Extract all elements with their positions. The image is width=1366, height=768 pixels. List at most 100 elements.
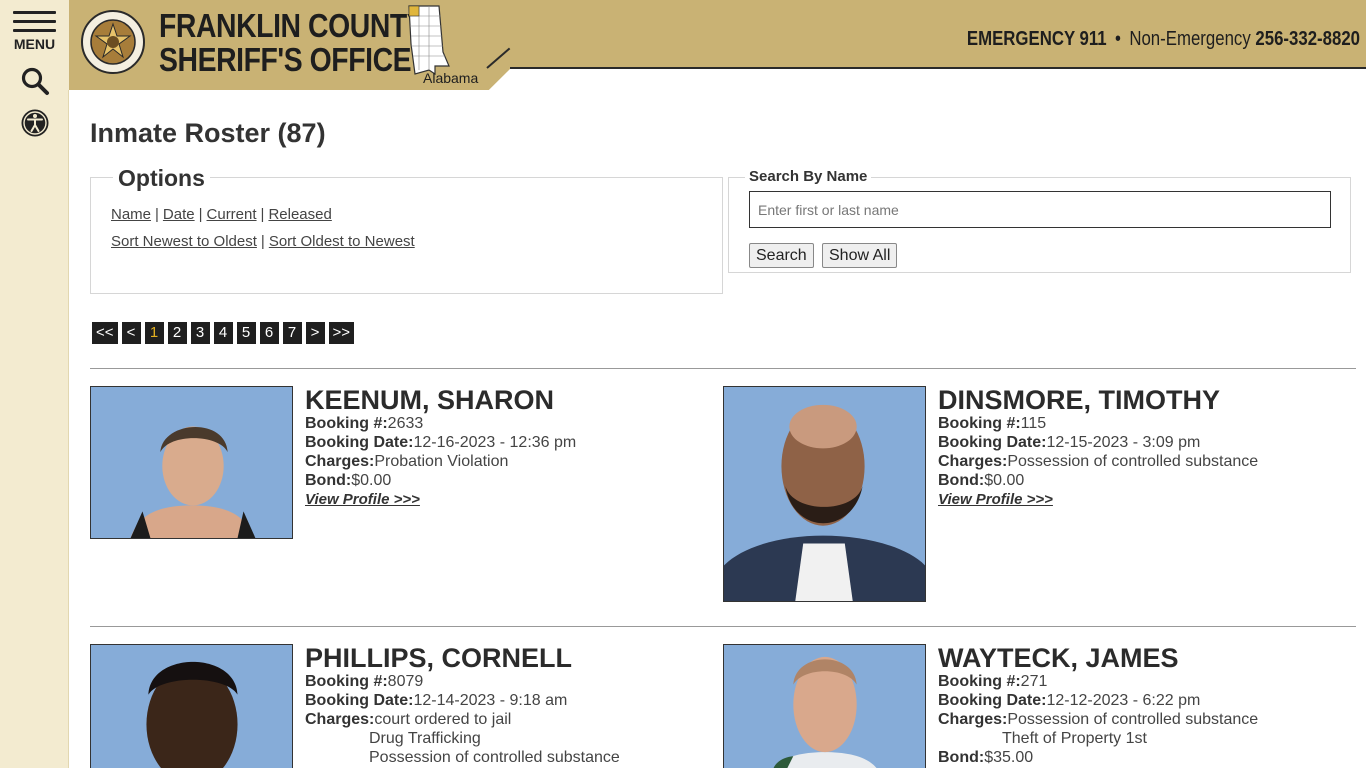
page-last[interactable]: >> xyxy=(328,322,355,344)
charge: Possession of controlled substance xyxy=(369,749,620,766)
booking-date: 12-15-2023 - 3:09 pm xyxy=(1046,434,1201,451)
inmate-info: PHILLIPS, CORNELL Booking #:8079 Booking… xyxy=(305,644,715,767)
charges-label: Charges: xyxy=(938,711,1008,728)
inmate-info: WAYTECK, JAMES Booking #:271 Booking Dat… xyxy=(938,644,1348,767)
page-1[interactable]: 1 xyxy=(144,322,164,344)
inmate-name[interactable]: PHILLIPS, CORNELL xyxy=(305,644,715,672)
sheriff-seal-icon xyxy=(81,10,145,74)
search-button[interactable]: Search xyxy=(749,243,814,268)
charges-row: Charges:Possession of controlled substan… xyxy=(938,710,1348,748)
contact-info: EMERGENCY 911 • Non-Emergency 256-332-8820 xyxy=(967,28,1360,51)
booking-date-row: Booking Date:12-14-2023 - 9:18 am xyxy=(305,691,715,710)
link-separator: | xyxy=(260,206,265,223)
agency-name-line2: SHERIFF'S OFFICE xyxy=(159,41,412,78)
booking-number: 271 xyxy=(1020,673,1048,690)
booking-date: 12-12-2023 - 6:22 pm xyxy=(1046,692,1201,709)
filter-released-link[interactable]: Released xyxy=(268,206,331,223)
agency-name-line1: FRANKLIN COUNTY xyxy=(159,7,426,44)
bond-label: Bond: xyxy=(305,472,352,489)
page-next[interactable]: > xyxy=(305,322,325,344)
contact-separator: • xyxy=(1115,28,1121,50)
bond-amount: $0.00 xyxy=(351,472,392,489)
booking-number-row: Booking #:2633 xyxy=(305,414,715,433)
page-3[interactable]: 3 xyxy=(190,322,210,344)
booking-date: 12-14-2023 - 9:18 am xyxy=(413,692,568,709)
search-panel: Search By Name Search Show All xyxy=(728,168,1351,273)
inmate-photo[interactable] xyxy=(90,386,293,539)
search-legend: Search By Name xyxy=(745,168,872,185)
filter-date-link[interactable]: Date xyxy=(163,206,195,223)
search-icon[interactable] xyxy=(20,66,50,96)
sort-links: Sort Newest to Oldest | Sort Oldest to New… xyxy=(111,233,415,250)
charge: Possession of controlled substance xyxy=(1007,453,1259,470)
booking-date: 12-16-2023 - 12:36 pm xyxy=(413,434,577,451)
booking-date-label: Booking Date: xyxy=(938,692,1047,709)
view-profile-link[interactable]: View Profile >>> xyxy=(938,490,1348,509)
charge: Possession of controlled substance xyxy=(1007,711,1259,728)
booking-number: 8079 xyxy=(387,673,424,690)
filter-links: Name | Date | Current | Released xyxy=(111,206,332,223)
accessibility-icon[interactable] xyxy=(20,108,50,138)
booking-date-row: Booking Date:12-16-2023 - 12:36 pm xyxy=(305,433,715,452)
bond-row: Bond:$0.00 xyxy=(305,471,715,490)
page-5[interactable]: 5 xyxy=(236,322,256,344)
left-rail: MENU xyxy=(0,0,69,768)
divider xyxy=(90,368,1356,369)
link-separator: | xyxy=(260,233,265,250)
sort-newest-link[interactable]: Sort Newest to Oldest xyxy=(111,233,257,250)
booking-number-label: Booking #: xyxy=(938,673,1021,690)
inmate-name[interactable]: WAYTECK, JAMES xyxy=(938,644,1348,672)
inmate-name[interactable]: KEENUM, SHARON xyxy=(305,386,715,414)
booking-date-row: Booking Date:12-12-2023 - 6:22 pm xyxy=(938,691,1348,710)
charge: Theft of Property 1st xyxy=(1002,730,1147,747)
booking-number-label: Booking #: xyxy=(938,415,1021,432)
site-header: FRANKLIN COUNTY SHERIFF'S OFFICE Alabama… xyxy=(69,0,1366,90)
booking-number-row: Booking #:115 xyxy=(938,414,1348,433)
inmate-photo[interactable] xyxy=(723,386,926,602)
charge: Drug Trafficking xyxy=(369,730,481,747)
filter-current-link[interactable]: Current xyxy=(207,206,257,223)
inmate-info: KEENUM, SHARON Booking #:2633 Booking Da… xyxy=(305,386,715,509)
non-emergency-phone[interactable]: 256-332-8820 xyxy=(1255,28,1360,50)
filter-name-link[interactable]: Name xyxy=(111,206,151,223)
page-7[interactable]: 7 xyxy=(282,322,302,344)
page-4[interactable]: 4 xyxy=(213,322,233,344)
charge: court ordered to jail xyxy=(374,711,512,728)
bond-amount: $0.00 xyxy=(984,472,1025,489)
booking-number: 115 xyxy=(1020,415,1047,432)
page-prev[interactable]: < xyxy=(121,322,141,344)
alabama-map-icon xyxy=(408,5,450,76)
bond-label: Bond: xyxy=(938,749,985,766)
page-first[interactable]: << xyxy=(92,322,118,344)
agency-name[interactable]: FRANKLIN COUNTY SHERIFF'S OFFICE xyxy=(159,7,426,78)
page-6[interactable]: 6 xyxy=(259,322,279,344)
show-all-button[interactable]: Show All xyxy=(822,243,898,268)
booking-number: 2633 xyxy=(387,415,424,432)
link-separator: | xyxy=(155,206,159,223)
bond-amount: $35.00 xyxy=(984,749,1034,766)
options-legend: Options xyxy=(113,165,210,192)
booking-number-row: Booking #:271 xyxy=(938,672,1348,691)
divider xyxy=(90,626,1356,627)
page-2[interactable]: 2 xyxy=(167,322,187,344)
booking-date-label: Booking Date: xyxy=(305,434,414,451)
charges-row: Charges:Probation Violation xyxy=(305,452,715,471)
booking-number-label: Booking #: xyxy=(305,673,388,690)
state-label: Alabama xyxy=(423,70,479,86)
charges-label: Charges: xyxy=(305,453,375,470)
inmate-info: DINSMORE, TIMOTHY Booking #:115 Booking … xyxy=(938,386,1348,509)
emergency-number[interactable]: EMERGENCY 911 xyxy=(967,28,1107,50)
charges-label: Charges: xyxy=(305,711,375,728)
view-profile-link[interactable]: View Profile >>> xyxy=(305,490,715,509)
charge: Probation Violation xyxy=(374,453,509,470)
sort-oldest-link[interactable]: Sort Oldest to Newest xyxy=(269,233,415,250)
booking-date-row: Booking Date:12-15-2023 - 3:09 pm xyxy=(938,433,1348,452)
options-panel: Options Name | Date | Current | Released Sort … xyxy=(90,165,723,294)
booking-number-row: Booking #:8079 xyxy=(305,672,715,691)
inmate-name[interactable]: DINSMORE, TIMOTHY xyxy=(938,386,1348,414)
charges-label: Charges: xyxy=(938,453,1008,470)
search-input[interactable] xyxy=(749,191,1331,228)
inmate-photo[interactable] xyxy=(90,644,293,768)
bond-row: Bond:$35.00 xyxy=(938,748,1348,767)
inmate-photo[interactable] xyxy=(723,644,926,768)
